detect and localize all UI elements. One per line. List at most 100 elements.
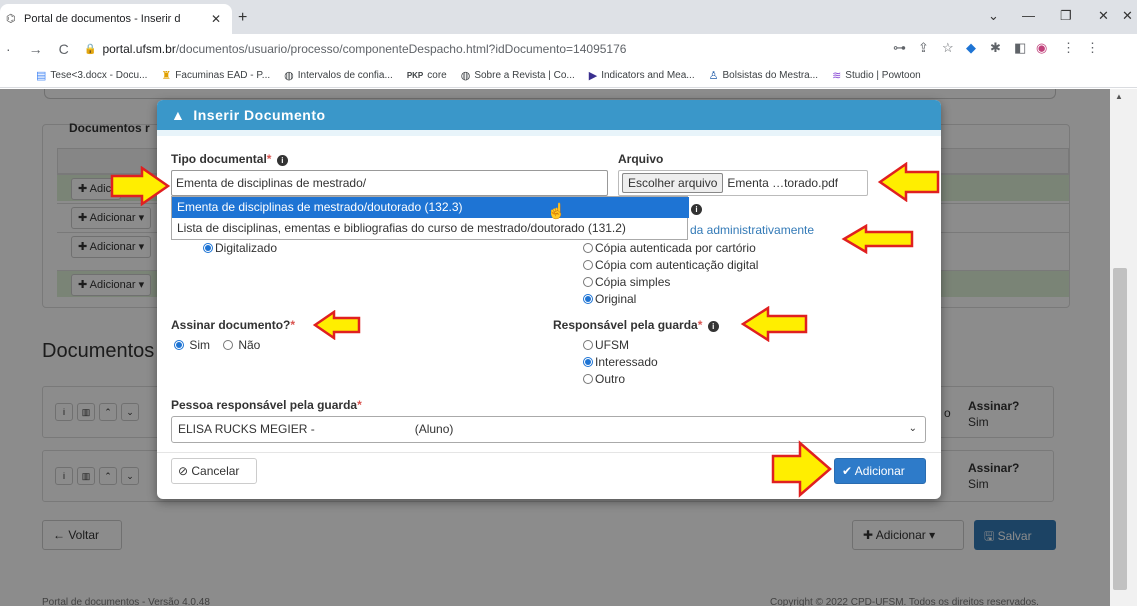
cancel-button[interactable]: ⊘ Cancelar <box>171 458 257 484</box>
bookmark-label: Facuminas EAD - P... <box>175 70 271 81</box>
minimize-icon[interactable]: — <box>1022 8 1035 23</box>
annotation-arrow-left <box>312 310 361 340</box>
bookmark-2[interactable]: ◍ Intervalos de confia... <box>284 69 393 82</box>
annotation-arrow-left <box>841 224 914 254</box>
star-icon[interactable]: ☆ <box>942 40 954 56</box>
share-icon[interactable]: ⇪ <box>918 40 929 56</box>
url-path: /documentos/usuario/processo/componenteD… <box>175 42 627 56</box>
radio-guarda[interactable]: UFSM <box>583 338 629 352</box>
radio-dot <box>174 340 184 350</box>
hat-icon: ♜ <box>161 70 172 82</box>
menu-icon[interactable]: ⋮ <box>1062 40 1075 56</box>
required-mark: * <box>357 398 362 412</box>
bookmarks-bar: ▤ Tese<3.docx - Docu... ♜ Facuminas EAD - … <box>0 64 1137 88</box>
add-button[interactable]: ✔ Adicionar <box>834 458 926 484</box>
radio-guarda[interactable]: Interessado <box>583 355 658 369</box>
radio-autenticacao[interactable]: Cópia simples <box>583 275 670 289</box>
guarda-label-text: Responsável pela guarda <box>553 318 698 332</box>
url-field[interactable]: 🔒 portal.ufsm.br/documentos/usuario/proc… <box>84 37 874 61</box>
tipo-label-text: Tipo documental <box>171 152 267 166</box>
pessoa-responsavel-label: Pessoa responsável pela guarda* <box>171 398 362 412</box>
lock-icon: 🔒 <box>84 43 97 55</box>
globe-icon: ◍ <box>460 70 471 82</box>
tipo-documental-label: Tipo documental* i <box>171 152 288 166</box>
bookmark-7[interactable]: ≋ Studio | Powtoon <box>832 69 921 82</box>
sidepanel-icon[interactable]: ◧ <box>1014 40 1026 56</box>
pessoa-label-text: Pessoa responsável pela guarda <box>171 398 358 412</box>
key-icon[interactable]: ⊶ <box>893 40 906 56</box>
chevron-down-icon: ⌄ <box>908 423 917 434</box>
required-mark: * <box>266 152 272 166</box>
radio-assinar-sim[interactable]: Sim <box>174 338 210 352</box>
required-mark: * <box>290 318 296 332</box>
tab-favicon-icon: ⌬ <box>6 13 16 25</box>
bookmark-4[interactable]: ◍ Sobre a Revista | Co... <box>461 69 575 82</box>
radio-dot <box>583 340 593 350</box>
browser-tab-bar: ⌬ Portal de documentos - Inserir d ✕ + ⌄… <box>0 0 1137 34</box>
autenticacao-link[interactable]: da administrativamente <box>690 223 814 237</box>
restore-icon[interactable]: ❐ <box>1060 8 1072 24</box>
pessoa-name: ELISA RUCKS MEGIER - <box>178 422 315 436</box>
radio-label: Outro <box>595 372 626 386</box>
bookmark-1[interactable]: ♜ Facuminas EAD - P... <box>161 69 270 82</box>
radio-dot <box>583 294 593 304</box>
pessoa-role: (Aluno) <box>414 422 454 436</box>
bookmark-label: Studio | Powtoon <box>845 70 921 81</box>
radio-label: Digitalizado <box>215 241 278 255</box>
browser-tab[interactable]: ⌬ Portal de documentos - Inserir d ✕ <box>0 4 232 34</box>
scroll-up-icon[interactable]: ▲ <box>1115 92 1123 101</box>
bookmark-3[interactable]: PKP core <box>407 70 447 81</box>
globe-icon: ◍ <box>284 70 294 82</box>
modal-header: ▲ Inserir Documento <box>157 100 941 130</box>
close-window-icon[interactable]: ✕ <box>1098 8 1109 24</box>
radio-dot <box>223 340 233 350</box>
info-icon[interactable]: i <box>276 155 288 166</box>
radio-autenticacao[interactable]: Original <box>583 292 636 306</box>
radio-dot <box>583 374 593 384</box>
arquivo-label: Arquivo <box>618 152 664 166</box>
bookmark-5[interactable]: ▶ Indicators and Mea... <box>589 69 695 82</box>
radio-autenticacao[interactable]: Cópia com autenticação digital <box>583 258 758 272</box>
bookmark-label: Tese<3.docx - Docu... <box>50 70 148 81</box>
puzzle-icon[interactable]: ✱ <box>990 40 1001 56</box>
new-tab-icon[interactable]: + <box>238 9 247 27</box>
radio-digitalizado[interactable]: Digitalizado <box>203 241 277 255</box>
extension-icon[interactable]: ◆ <box>966 40 976 56</box>
annotation-arrow-left <box>740 306 808 342</box>
reload-icon[interactable]: C <box>59 41 69 57</box>
bookmark-label: Sobre a Revista | Co... <box>474 70 575 81</box>
scroll-thumb[interactable] <box>1113 268 1127 590</box>
bookmark-label: Intervalos de confia... <box>297 70 393 81</box>
tab-search-icon[interactable]: ⌄ <box>988 8 999 24</box>
tab-close-icon[interactable]: ✕ <box>208 12 224 26</box>
choose-file-button[interactable]: Escolher arquivo <box>622 173 724 193</box>
radio-guarda[interactable]: Outro <box>583 372 625 386</box>
radio-label: Original <box>595 292 637 306</box>
autocomplete-option[interactable]: Lista de disciplinas, ementas e bibliogr… <box>172 218 687 239</box>
warning-icon: ▲ <box>171 107 186 123</box>
file-input[interactable]: Escolher arquivo Ementa …torado.pdf <box>618 170 868 196</box>
pessoa-responsavel-select[interactable]: ELISA RUCKS MEGIER - (Aluno) ⌄ <box>171 416 926 443</box>
radio-assinar-nao[interactable]: Não <box>223 338 260 352</box>
pkp-icon: PKP <box>406 71 424 80</box>
bookmark-0[interactable]: ▤ Tese<3.docx - Docu... <box>36 69 147 82</box>
info-icon[interactable]: i <box>707 321 719 332</box>
forward-icon[interactable]: → <box>29 41 43 57</box>
annotation-arrow-left <box>877 162 940 202</box>
tipo-documental-input[interactable]: Ementa de disciplinas de mestrado/ <box>171 170 608 196</box>
radio-dot <box>583 243 593 253</box>
radio-dot <box>583 277 593 287</box>
avatar-icon[interactable]: ◉ <box>1036 40 1047 56</box>
close-window-icon-2[interactable]: ✕ <box>1122 8 1133 24</box>
doc-icon: ▤ <box>36 70 47 82</box>
radio-label: Cópia simples <box>595 275 671 289</box>
bookmark-6[interactable]: ♙ Bolsistas do Mestra... <box>709 69 818 82</box>
info-icon[interactable]: i <box>691 204 702 215</box>
radio-autenticacao[interactable]: Cópia autenticada por cartório <box>583 241 756 255</box>
url-domain: portal.ufsm.br <box>102 42 176 56</box>
autocomplete-option[interactable]: Ementa de disciplinas de mestrado/doutor… <box>172 197 689 218</box>
annotation-arrow-right <box>110 166 171 206</box>
annotation-arrow-right <box>771 440 832 498</box>
menu-icon-2[interactable]: ⋮ <box>1086 40 1099 56</box>
back-icon[interactable]: · <box>6 41 11 57</box>
